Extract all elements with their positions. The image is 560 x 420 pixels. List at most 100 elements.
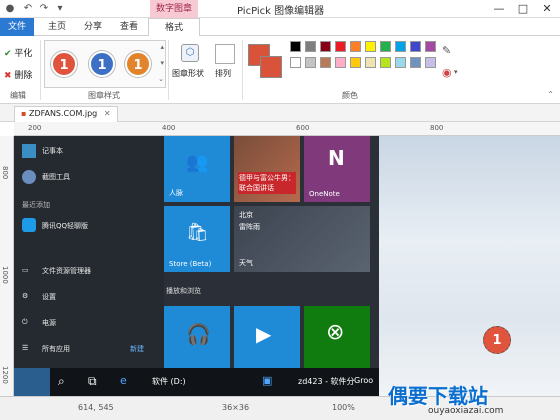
horizontal-ruler: 200 400 600 800 (14, 122, 560, 136)
image-canvas[interactable]: 记事本 截图工具 最近添加 腾讯QQ轻聊版 ▭ 文件资源管理器 ⚙ 设置 ⏻ 电… (14, 136, 560, 396)
delete-button[interactable]: ✖ 删除 (4, 68, 32, 81)
taskbar: ⌕ ⧉ e 软件 (D:) ▣ zd423 - 软件分 Groo (14, 368, 379, 396)
palette-color-swatch[interactable] (395, 57, 406, 68)
palette-color-swatch[interactable] (380, 41, 391, 52)
onenote-icon: N (328, 146, 345, 170)
palette-color-swatch[interactable] (425, 41, 436, 52)
palette-color-swatch[interactable] (290, 41, 301, 52)
document-tab[interactable]: ▪ ZDFANS.COM.jpg ✕ (14, 106, 118, 122)
app-icon: ● (5, 3, 15, 14)
taskbar-app2: Groo (354, 376, 374, 385)
palette-color-swatch[interactable] (350, 57, 361, 68)
start-item-snipping: 截图工具 (42, 173, 70, 181)
arrange-label: 排列 (215, 69, 231, 78)
stamp-shape-label: 图章形状 (172, 69, 204, 78)
tab-share[interactable]: 分享 (76, 18, 110, 36)
palette-color-swatch[interactable] (320, 57, 331, 68)
palette-color-swatch[interactable] (305, 41, 316, 52)
palette-color-swatch[interactable] (380, 57, 391, 68)
flatten-label: 平化 (14, 49, 33, 59)
xbox-icon: ⊗ (326, 320, 345, 345)
weather-city: 北京 (239, 211, 253, 219)
start-item-settings: 设置 (42, 293, 56, 301)
tiles-section-label: 播放和浏览 (166, 287, 201, 295)
palette-color-swatch[interactable] (410, 41, 421, 52)
palette-color-swatch[interactable] (425, 57, 436, 68)
group-label-style: 图章样式 (88, 91, 120, 100)
palette-color-swatch[interactable] (320, 41, 331, 52)
stamp-style-blue[interactable]: 1 (89, 51, 115, 77)
tile-people: 👥 人脉 (164, 136, 230, 202)
palette-color-swatch[interactable] (350, 41, 361, 52)
search-icon: ⌕ (58, 374, 65, 388)
gallery-scroll-down-icon[interactable]: ▾ (160, 59, 164, 67)
settings-icon: ⚙ (22, 292, 29, 300)
flatten-button[interactable]: ✔ 平化 (4, 46, 32, 59)
tile-onenote: N OneNote (304, 136, 370, 202)
gallery-scroll-up-icon[interactable]: ▴ (160, 43, 164, 51)
people-icon: 👥 (186, 152, 209, 173)
palette-color-swatch[interactable] (335, 41, 346, 52)
context-tab-stamp: 数字图章 (150, 0, 198, 18)
start-item-power: 电源 (42, 319, 56, 327)
edge-icon: e (120, 374, 127, 387)
ruler-tick-label: 1200 (1, 366, 9, 384)
stamp-style-red[interactable]: 1 (51, 51, 77, 77)
store-icon: 🛍 (186, 222, 209, 243)
palette-color-swatch[interactable] (365, 57, 376, 68)
group-label-edit: 编辑 (10, 91, 26, 100)
tab-file[interactable]: 文件 (0, 18, 34, 36)
ruler-tick-label: 800 (1, 166, 9, 180)
color-palette (290, 41, 440, 81)
ruler-tick-label: 1000 (1, 266, 9, 284)
eyedropper-icon[interactable]: ✎ (442, 44, 451, 57)
stamp-style-gallery[interactable]: 1 1 1 ▴ ▾ ⌄ (44, 40, 166, 88)
maximize-button[interactable]: □ (512, 1, 534, 17)
minimize-button[interactable]: — (488, 1, 510, 17)
start-item-all-apps: 所有应用 (42, 345, 70, 353)
current-color-picker[interactable] (248, 44, 284, 80)
tab-format[interactable]: 格式 (148, 18, 200, 37)
color-dropdown-icon[interactable]: ▾ (454, 68, 458, 76)
quick-access-dropdown-icon[interactable]: ▾ (54, 3, 66, 15)
stamp-shape-button[interactable]: ⬡ 图章形状 (172, 40, 208, 90)
palette-color-swatch[interactable] (335, 57, 346, 68)
tile-music: 🎧 (164, 306, 230, 368)
delete-label: 删除 (14, 71, 33, 81)
tile-news: 德甲与富公牛男：联合国讲话 (234, 136, 300, 202)
undo-icon[interactable]: ↶ (22, 3, 34, 15)
watermark-url: ouyaoxiazai.com (428, 406, 504, 416)
redo-icon[interactable]: ↷ (38, 3, 50, 15)
palette-color-swatch[interactable] (305, 57, 316, 68)
palette-color-swatch[interactable] (410, 57, 421, 68)
palette-color-swatch[interactable] (290, 57, 301, 68)
canvas-stamp[interactable]: 1 (483, 326, 511, 354)
collapse-ribbon-icon[interactable]: ⌃ (547, 90, 554, 99)
close-button[interactable]: ✕ (536, 1, 558, 17)
palette-color-swatch[interactable] (365, 41, 376, 52)
stamp-style-orange[interactable]: 1 (125, 51, 151, 77)
tab-view[interactable]: 查看 (112, 18, 146, 36)
document-tab-close-icon[interactable]: ✕ (104, 109, 111, 118)
watermark-brand: 偶要下载站 (388, 384, 488, 408)
start-item-qq: 腾讯QQ轻聊版 (42, 222, 89, 230)
task-view-icon: ⧉ (88, 374, 97, 388)
tile-people-label: 人脉 (169, 189, 183, 197)
gallery-more-icon[interactable]: ⌄ (158, 75, 164, 83)
tile-store-label: Store (Beta) (169, 260, 212, 268)
image-file-icon: ▪ (21, 109, 27, 118)
secondary-color-swatch[interactable] (260, 56, 282, 78)
shape-icon: ⬡ (181, 44, 199, 62)
qq-icon (22, 218, 36, 232)
headphones-icon: 🎧 (186, 322, 211, 346)
vertical-ruler: 800 1000 1200 (0, 136, 14, 396)
arrange-button[interactable]: 排列 (212, 40, 238, 90)
palette-color-swatch[interactable] (395, 41, 406, 52)
color-wheel-icon[interactable]: ◉ (442, 66, 452, 79)
tile-video: ▶ (234, 306, 300, 368)
tile-store: 🛍 Store (Beta) (164, 206, 230, 272)
power-icon: ⏻ (22, 318, 28, 326)
tab-home[interactable]: 主页 (40, 18, 74, 36)
notepad-icon (22, 144, 36, 158)
start-item-explorer: 文件资源管理器 (42, 267, 91, 275)
